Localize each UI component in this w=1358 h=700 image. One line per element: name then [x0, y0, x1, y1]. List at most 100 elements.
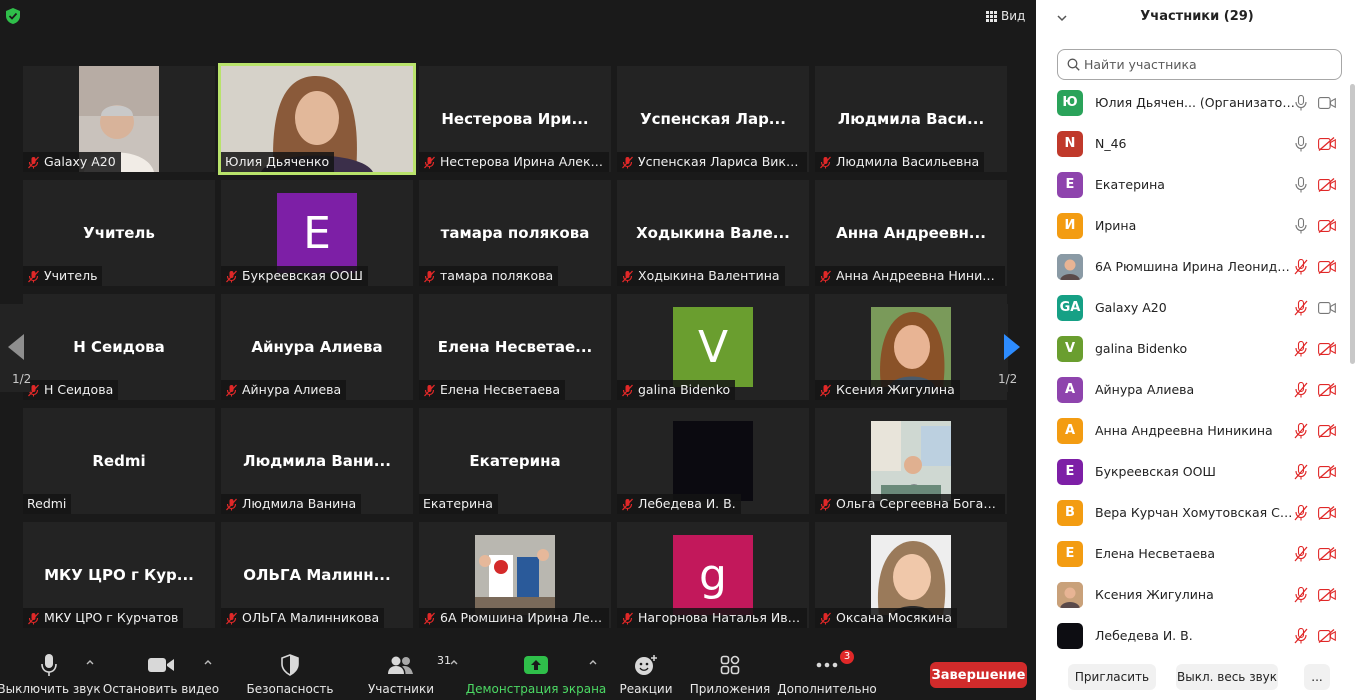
tile-name-label: Учитель	[23, 266, 103, 286]
video-tile[interactable]: МКУ ЦРО г Кур... МКУ ЦРО г Курчатов	[23, 522, 215, 628]
video-tile[interactable]: Айнура Алиева Айнура Алиева	[221, 294, 413, 400]
muted-mic-icon[interactable]	[1294, 258, 1308, 275]
video-tile[interactable]: Лебедева И. В.	[617, 408, 809, 514]
video-tile[interactable]: 6А Рюмшина Ирина Леон...	[419, 522, 611, 628]
participant-row[interactable]: И Ирина	[1036, 205, 1346, 246]
search-input[interactable]	[1084, 57, 1324, 72]
video-off-icon[interactable]	[1318, 218, 1336, 233]
video-tile[interactable]: Н Сеидова Н Сеидова	[23, 294, 215, 400]
video-off-icon[interactable]	[1318, 382, 1336, 397]
video-tile[interactable]: Redmi Redmi	[23, 408, 215, 514]
video-tile[interactable]: E Букреевская ООШ	[221, 180, 413, 286]
video-off-icon[interactable]	[1318, 259, 1336, 274]
video-tile[interactable]: Людмила Васи... Людмила Васильевна	[815, 66, 1007, 172]
page-indicator-right: 1/2	[998, 372, 1018, 386]
shield-check-icon[interactable]	[6, 8, 20, 24]
reactions-button[interactable]: Реакции	[618, 652, 674, 698]
microphone-icon[interactable]	[1294, 135, 1308, 152]
video-tile[interactable]: Vgalina Bidenko	[617, 294, 809, 400]
video-camera-icon[interactable]	[1318, 96, 1336, 110]
view-label: Вид	[1001, 9, 1026, 23]
participant-row[interactable]: E Букреевская ООШ	[1036, 451, 1346, 492]
panel-more-button[interactable]: ...	[1304, 664, 1330, 690]
muted-mic-icon[interactable]	[1294, 627, 1308, 644]
participant-row[interactable]: GA Galaxy A20	[1036, 287, 1346, 328]
security-button[interactable]: Безопасность	[247, 652, 334, 698]
microphone-icon[interactable]	[1294, 94, 1308, 111]
microphone-icon[interactable]	[1294, 176, 1308, 193]
video-tile[interactable]: Юлия Дьяченко	[218, 63, 416, 175]
video-tile[interactable]: ОЛЬГА Малинн... ОЛЬГА Малинникова	[221, 522, 413, 628]
tile-name-label: Ксения Жигулина	[815, 380, 960, 400]
muted-mic-icon[interactable]	[1294, 422, 1308, 439]
microphone-icon[interactable]	[1294, 217, 1308, 234]
video-tile[interactable]: Ходыкина Вале... Ходыкина Валентина	[617, 180, 809, 286]
video-tile[interactable]: Оксана Мосякина	[815, 522, 1007, 628]
apps-button[interactable]: Приложения	[690, 652, 770, 698]
video-off-icon[interactable]	[1318, 423, 1336, 438]
video-tile[interactable]: Елена Несветае... Елена Несветаева	[419, 294, 611, 400]
chevron-up-icon[interactable]	[86, 658, 94, 666]
muted-mic-icon[interactable]	[1294, 381, 1308, 398]
participant-row[interactable]: Ю Юлия Дьячен... (Организатор, я)	[1036, 82, 1346, 123]
muted-mic-icon[interactable]	[1294, 340, 1308, 357]
video-tile[interactable]: Людмила Вани... Людмила Ванина	[221, 408, 413, 514]
video-camera-icon[interactable]	[1318, 301, 1336, 315]
participant-row[interactable]: Лебедева И. В.	[1036, 615, 1346, 656]
tile-name-text: Елена Несветаева	[440, 382, 561, 397]
chevron-up-icon[interactable]	[450, 658, 458, 666]
participant-row[interactable]: Ксения Жигулина	[1036, 574, 1346, 615]
participant-row[interactable]: E Екатерина	[1036, 164, 1346, 205]
end-meeting-button[interactable]: Завершение	[930, 662, 1027, 688]
video-off-icon[interactable]	[1318, 136, 1336, 151]
participant-row[interactable]: N N_46	[1036, 123, 1346, 164]
tile-name-label: Екатерина	[419, 494, 498, 514]
participant-row[interactable]: А Айнура Алиева	[1036, 369, 1346, 410]
video-tile[interactable]: Нестерова Ири... Нестерова Ирина Алексе..…	[419, 66, 611, 172]
participant-search[interactable]	[1057, 49, 1342, 80]
video-tile[interactable]: Анна Андреевн... Анна Андреевна Ниникина	[815, 180, 1007, 286]
video-tile[interactable]: Успенская Лар... Успенская Лариса Виктор.…	[617, 66, 809, 172]
video-off-icon[interactable]	[1318, 505, 1336, 520]
invite-button[interactable]: Пригласить	[1068, 664, 1156, 690]
stop-video-button[interactable]: Остановить видео	[103, 652, 219, 698]
muted-mic-icon	[28, 270, 39, 282]
video-tile[interactable]: Учитель Учитель	[23, 180, 215, 286]
participant-row[interactable]: А Анна Андреевна Ниникина	[1036, 410, 1346, 451]
tile-display-name: Людмила Вани...	[243, 452, 391, 470]
participant-avatar: Ю	[1057, 89, 1083, 116]
video-off-icon[interactable]	[1318, 177, 1336, 192]
video-off-icon[interactable]	[1318, 464, 1336, 479]
participant-photo	[871, 307, 951, 391]
participant-row[interactable]: Е Елена Несветаева	[1036, 533, 1346, 574]
share-screen-button[interactable]: Демонстрация экрана	[466, 652, 606, 698]
video-tile[interactable]: Galaxy A20	[23, 66, 215, 172]
video-off-icon[interactable]	[1318, 341, 1336, 356]
video-off-icon[interactable]	[1318, 546, 1336, 561]
video-tile[interactable]: тамара полякова тамара полякова	[419, 180, 611, 286]
tile-name-text: Айнура Алиева	[242, 382, 342, 397]
participant-row[interactable]: 6А Рюмшина Ирина Леонидов...	[1036, 246, 1346, 287]
scrollbar[interactable]	[1350, 84, 1355, 364]
chevron-up-icon[interactable]	[589, 658, 597, 666]
tile-name-text: Ольга Сергеевна Богачева	[836, 496, 1000, 511]
muted-mic-icon[interactable]	[1294, 463, 1308, 480]
view-button[interactable]: Вид	[986, 6, 1025, 26]
muted-mic-icon[interactable]	[1294, 545, 1308, 562]
video-tile[interactable]: Ольга Сергеевна Богачева	[815, 408, 1007, 514]
participant-row[interactable]: В Вера Курчан Хомутовская СОШ	[1036, 492, 1346, 533]
video-tile[interactable]: Екатерина Екатерина	[419, 408, 611, 514]
video-tile[interactable]: g Нагорнова Наталья Иван...	[617, 522, 809, 628]
video-off-icon[interactable]	[1318, 628, 1336, 643]
more-button[interactable]: 3 Дополнительно	[777, 650, 877, 698]
chevron-up-icon[interactable]	[204, 658, 212, 666]
participant-name: Ксения Жигулина	[1095, 587, 1214, 602]
mute-button[interactable]: Выключить звук	[0, 652, 101, 698]
mute-all-button[interactable]: Выкл. весь звук	[1176, 664, 1278, 690]
video-off-icon[interactable]	[1318, 587, 1336, 602]
participants-button[interactable]: 31 Участники	[366, 652, 451, 698]
muted-mic-icon[interactable]	[1294, 504, 1308, 521]
muted-mic-icon[interactable]	[1294, 299, 1308, 316]
participant-row[interactable]: Vgalina Bidenko	[1036, 328, 1346, 369]
muted-mic-icon[interactable]	[1294, 586, 1308, 603]
